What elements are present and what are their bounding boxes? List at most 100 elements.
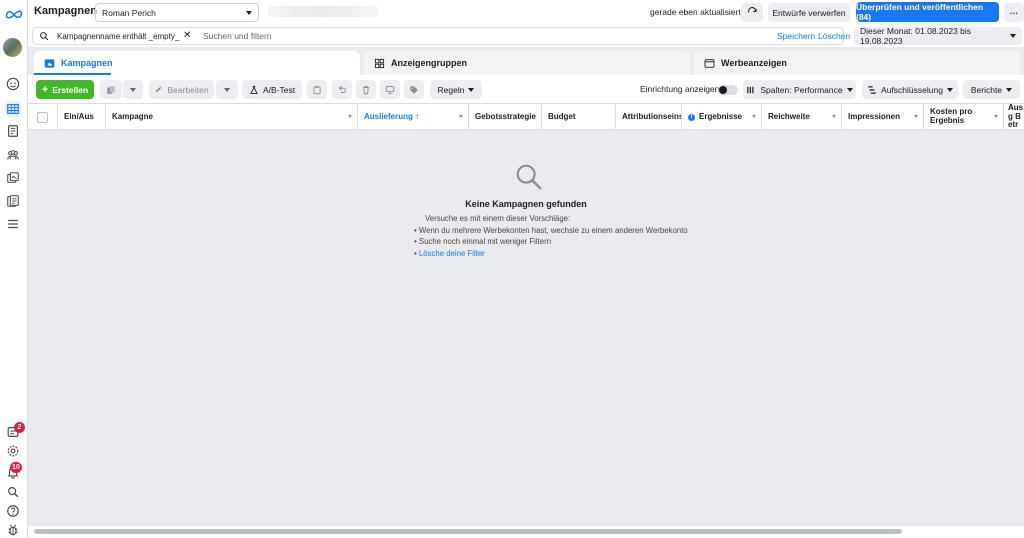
- chevron-down-icon: [1010, 34, 1016, 38]
- tag-button[interactable]: [404, 80, 424, 99]
- overview-icon[interactable]: [5, 76, 21, 92]
- page-title: Kampagnen: [34, 5, 97, 17]
- column-header-budget[interactable]: Budget: [542, 104, 616, 130]
- list-item: Lösche deine Filter: [397, 248, 688, 260]
- account-name: Roman Perich: [102, 7, 156, 18]
- undo-button[interactable]: [332, 80, 352, 99]
- account-selector[interactable]: Roman Perich: [95, 3, 259, 22]
- media-library-icon[interactable]: [5, 170, 21, 186]
- chevron-down-icon: [246, 10, 252, 15]
- duplicate-button[interactable]: [100, 80, 122, 99]
- preview-button[interactable]: [380, 80, 400, 99]
- info-icon[interactable]: i: [688, 113, 695, 121]
- column-label: Gebotsstrategie: [475, 111, 536, 121]
- tab-ad-sets[interactable]: Anzeigengruppen: [364, 51, 690, 75]
- rules-label: Regeln: [437, 84, 465, 95]
- search-input[interactable]: Suchen und filtern: [203, 31, 272, 41]
- setup-toggle[interactable]: [718, 85, 738, 95]
- campaigns-table-icon[interactable]: [5, 101, 21, 117]
- breakdown-dropdown[interactable]: Aufschlüsselung: [862, 80, 958, 99]
- reports-dropdown[interactable]: Berichte: [963, 80, 1020, 99]
- horizontal-scrollbar[interactable]: [28, 526, 1024, 538]
- more-options-button[interactable]: ···: [1004, 3, 1024, 22]
- duplicate-icon: [107, 85, 115, 94]
- list-item: Suche noch einmal mit weniger Filtern: [397, 236, 688, 248]
- trash-icon: [362, 85, 370, 94]
- redacted-info: [268, 6, 378, 17]
- column-header-results[interactable]: i Ergebnisse: [682, 104, 762, 130]
- empty-search-icon: [516, 164, 542, 190]
- ads-window-icon: [704, 58, 715, 68]
- delete-button[interactable]: [356, 80, 376, 99]
- columns-dropdown[interactable]: Spalten: Performance: [743, 80, 856, 99]
- clear-filters-link[interactable]: Lösche deine Filter: [419, 249, 485, 258]
- column-header-on-off[interactable]: Ein/Aus: [58, 104, 106, 130]
- date-range-picker[interactable]: Dieser Monat: 01.08.2023 bis 19.08.2023: [854, 26, 1022, 46]
- chevron-down-icon: [224, 87, 230, 92]
- last-updated-status: gerade eben aktualisiert: [650, 7, 741, 17]
- tab-label: Kampagnen: [61, 58, 113, 68]
- action-toolbar: + Erstellen Bearbeiten A/B-Test Regeln E…: [28, 75, 1024, 103]
- list-item: Wenn du mehrere Werbekonten hast, wechsl…: [397, 225, 688, 237]
- remove-filter-close-icon[interactable]: ✕: [183, 30, 191, 41]
- review-publish-button[interactable]: Überprüfen und veröffentlichen (84): [856, 2, 999, 22]
- column-header-campaign[interactable]: Kampagne: [106, 104, 358, 130]
- column-header-reach[interactable]: Reichweite: [762, 104, 842, 130]
- empty-state-title: Keine Kampagnen gefunden: [465, 199, 587, 209]
- search-icon[interactable]: [5, 484, 21, 500]
- reports-label: Berichte: [970, 84, 1003, 95]
- column-label: Kampagne: [112, 111, 153, 121]
- edit-dropdown-button[interactable]: [216, 80, 238, 99]
- edit-button[interactable]: Bearbeiten: [149, 80, 214, 99]
- clear-filter-link[interactable]: Löschen: [818, 31, 850, 41]
- column-header-bid-strategy[interactable]: Gebotsstrategie: [469, 104, 542, 130]
- column-label: Ein/Aus: [64, 111, 94, 121]
- create-label: Erstellen: [52, 84, 89, 95]
- intro-text: Versuche es mit einem dieser Vorschläge:: [425, 214, 571, 223]
- ab-test-button[interactable]: A/B-Test: [242, 80, 302, 99]
- column-header-impressions[interactable]: Impressionen: [842, 104, 924, 130]
- save-filter-link[interactable]: Speichern: [777, 31, 815, 41]
- avatar[interactable]: [3, 38, 22, 57]
- refresh-button[interactable]: [741, 3, 763, 22]
- column-label: Impressionen: [848, 111, 901, 121]
- tab-ads[interactable]: Werbeanzeigen: [694, 51, 1020, 75]
- create-button[interactable]: + Erstellen: [36, 80, 94, 99]
- flask-icon: [250, 85, 258, 94]
- campaign-folder-icon: [44, 58, 55, 68]
- suggestion-text: Suche noch einmal mit weniger Filtern: [418, 237, 552, 246]
- pencil-icon: [156, 86, 162, 93]
- scrollbar-thumb[interactable]: [34, 529, 902, 534]
- pages-icon[interactable]: [5, 123, 21, 139]
- clipboard-button[interactable]: [307, 80, 327, 99]
- preview-icon: [385, 85, 395, 94]
- column-header-attribution[interactable]: Attributionseinst: [616, 104, 682, 130]
- columns-label: Spalten: Performance: [760, 84, 843, 95]
- column-header-cost-per-result[interactable]: Kosten pro Ergebnis: [924, 104, 1004, 130]
- column-label: Attributionseinst: [622, 111, 682, 121]
- report-bug-icon[interactable]: [5, 522, 21, 538]
- select-all-checkbox[interactable]: [37, 111, 48, 123]
- column-header-delivery[interactable]: Auslieferung ↑: [358, 104, 469, 130]
- duplicate-dropdown-button[interactable]: [123, 80, 143, 99]
- sort-caret-icon: [752, 115, 756, 118]
- sort-caret-icon: [832, 115, 836, 118]
- tab-campaigns[interactable]: Kampagnen: [34, 51, 360, 75]
- filter-chip[interactable]: Kampagnenname enthält _empty_: [53, 30, 184, 43]
- help-icon[interactable]: [5, 503, 21, 519]
- rules-dropdown[interactable]: Regeln: [430, 80, 482, 99]
- tag-icon: [410, 85, 418, 94]
- column-header-amount-spent[interactable]: Ausg Betr: [1004, 104, 1024, 130]
- left-navigation-rail: 2 10: [0, 0, 28, 538]
- column-label: Reichweite: [768, 111, 810, 121]
- undo-icon: [338, 85, 346, 93]
- search-filter-box[interactable]: Kampagnenname enthält _empty_ ✕ Suchen u…: [32, 27, 850, 45]
- billing-icon[interactable]: [5, 193, 21, 209]
- all-tools-menu-icon[interactable]: [5, 216, 21, 232]
- settings-gear-icon[interactable]: [5, 443, 21, 459]
- meta-logo-icon[interactable]: [4, 6, 24, 22]
- discard-drafts-button[interactable]: Entwürfe verwerfen: [768, 3, 850, 22]
- sort-caret-icon: [914, 115, 918, 118]
- ad-sets-grid-icon: [374, 58, 385, 68]
- audiences-icon[interactable]: [5, 147, 21, 163]
